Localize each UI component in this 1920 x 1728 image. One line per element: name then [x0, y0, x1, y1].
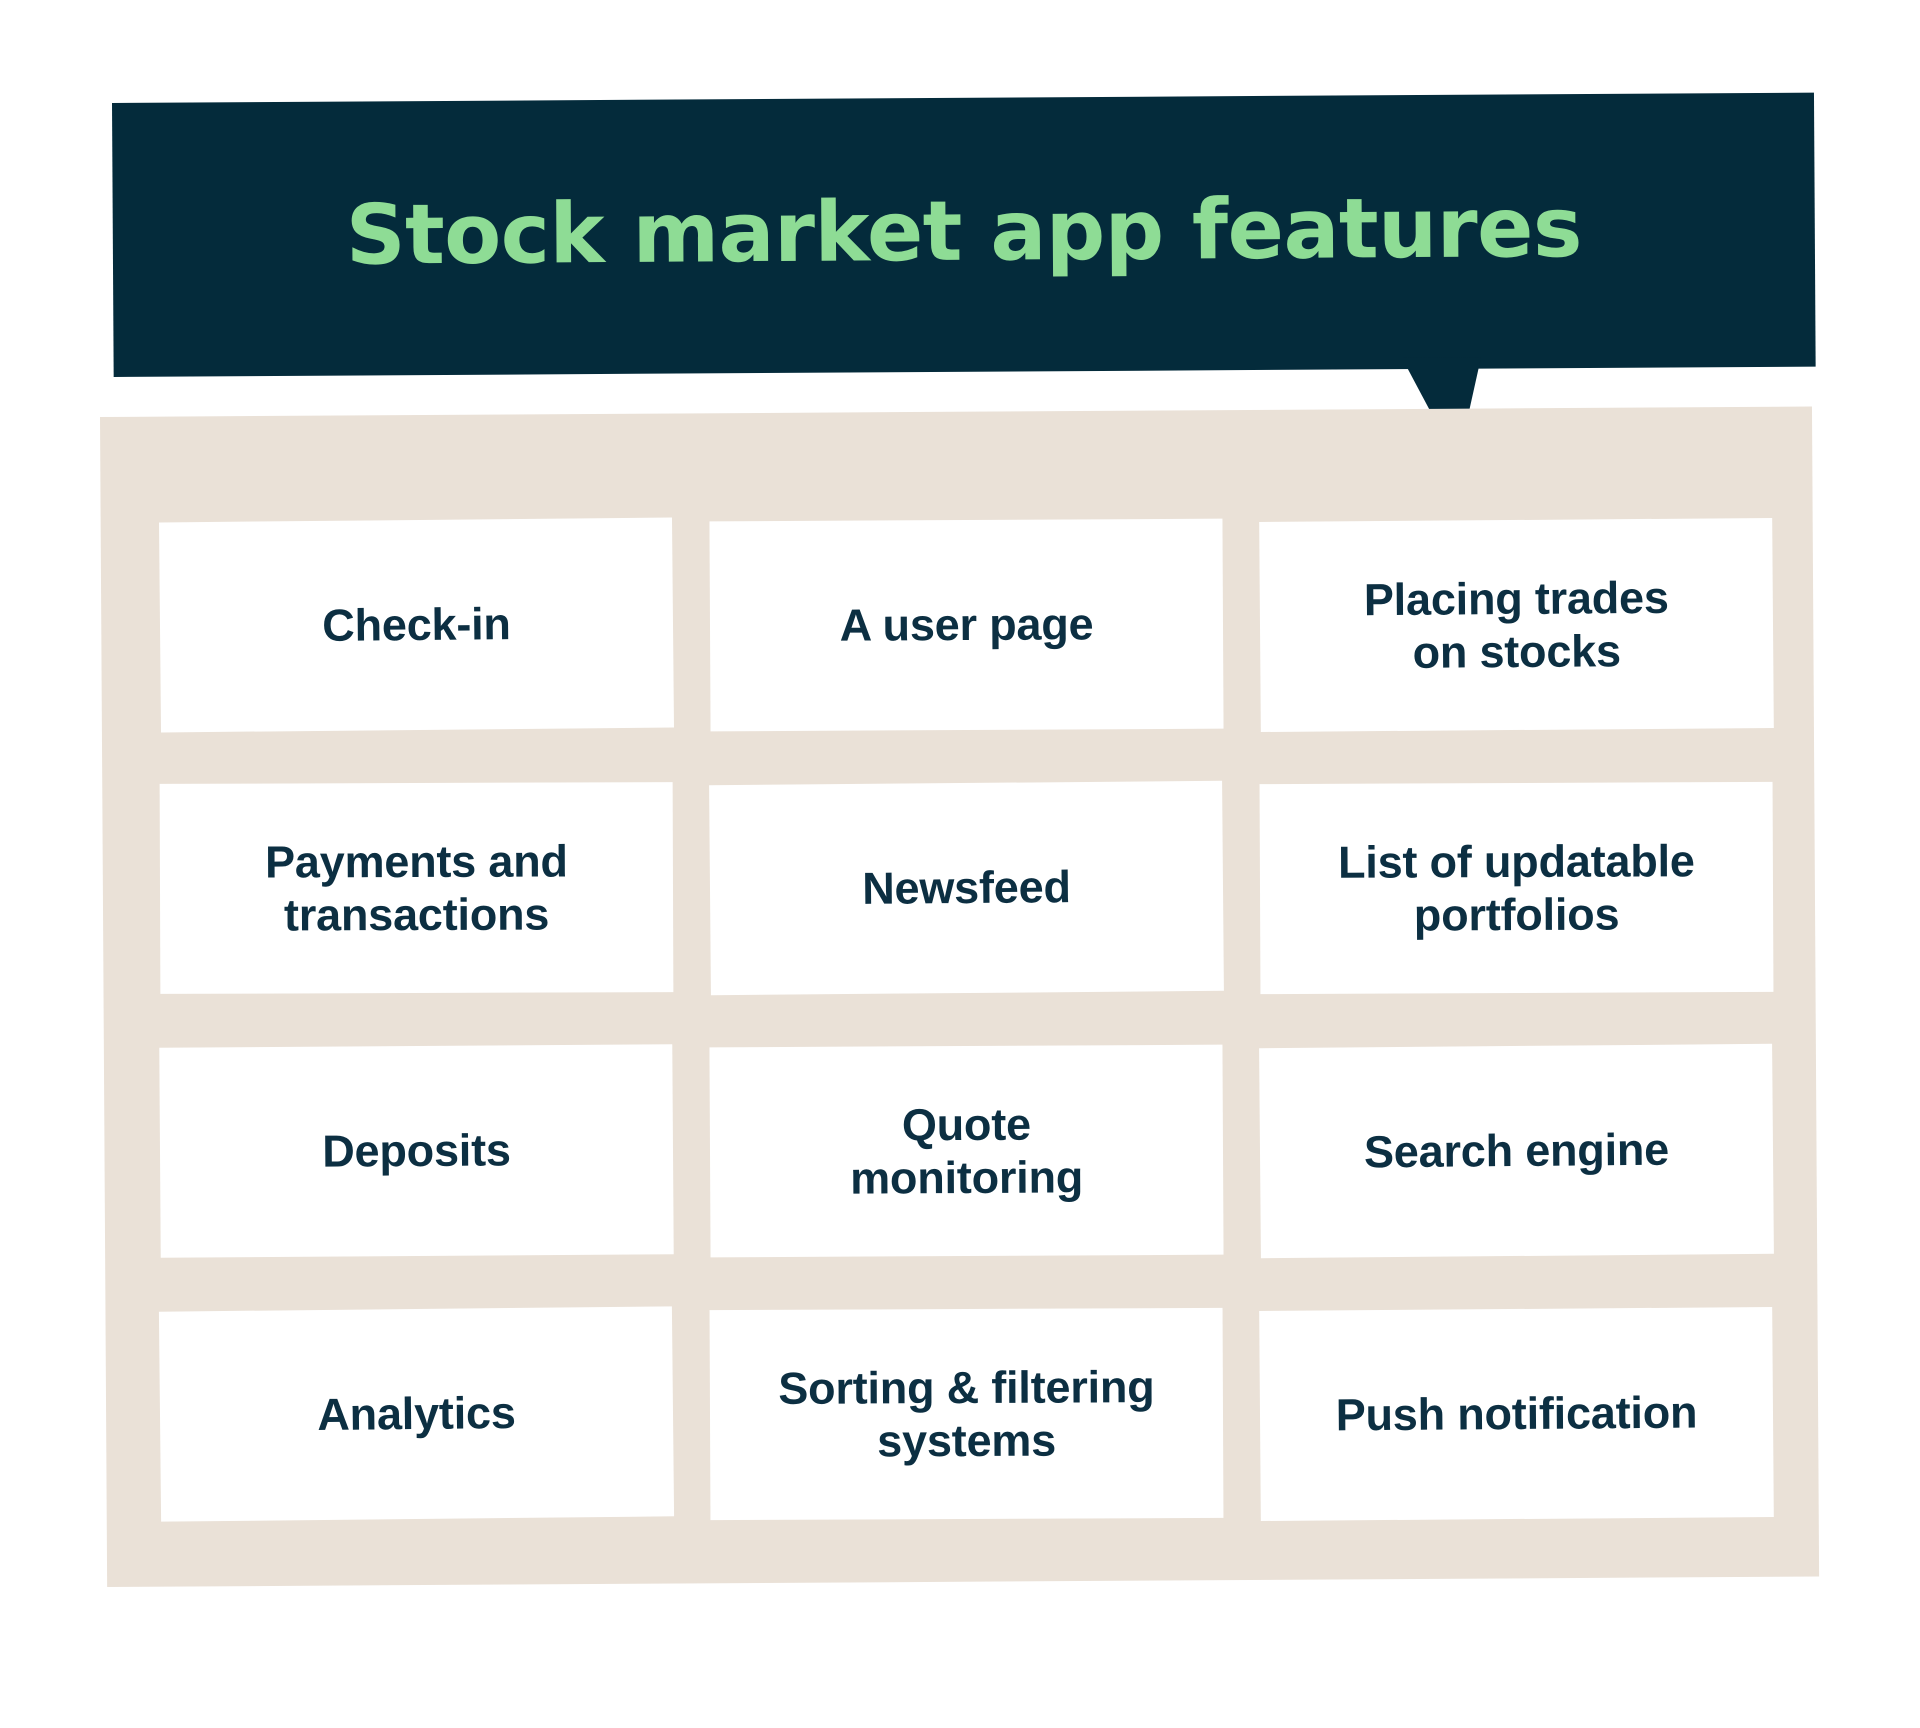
feature-card-label: Push notification	[1336, 1386, 1698, 1442]
feature-card-label: A user page	[840, 598, 1094, 652]
header-banner: Stock market app features	[112, 93, 1816, 377]
feature-card-label: Sorting & filtering systems	[778, 1360, 1155, 1468]
feature-card-label: Deposits	[322, 1124, 511, 1178]
feature-card[interactable]: Push notification	[1259, 1307, 1774, 1521]
feature-card-label: Quote monitoring	[850, 1097, 1084, 1204]
feature-card[interactable]: Placing trades on stocks	[1259, 518, 1774, 732]
feature-card[interactable]: Newsfeed	[709, 781, 1224, 995]
feature-card-label: Check-in	[322, 598, 511, 653]
feature-card-label: List of updatable portfolios	[1338, 834, 1695, 942]
features-grid: Check-in A user page Placing trades on s…	[160, 520, 1780, 1525]
feature-card-label: Search engine	[1364, 1123, 1669, 1179]
feature-card-label: Payments and transactions	[265, 834, 568, 941]
feature-card-label: Newsfeed	[862, 861, 1071, 916]
feature-card[interactable]: List of updatable portfolios	[1260, 782, 1774, 994]
feature-card[interactable]: Deposits	[159, 1044, 673, 1258]
feature-card[interactable]: Check-in	[159, 518, 674, 733]
feature-card[interactable]: Analytics	[159, 1306, 674, 1521]
feature-card[interactable]: A user page	[709, 519, 1223, 732]
page-title: Stock market app features	[112, 93, 1816, 377]
feature-card[interactable]: Quote monitoring	[709, 1045, 1223, 1258]
feature-card[interactable]: Search engine	[1259, 1044, 1774, 1258]
feature-card-label: Analytics	[317, 1386, 516, 1441]
feature-card-label: Placing trades on stocks	[1364, 571, 1670, 680]
infographic-canvas: Stock market app features Check-in A use…	[0, 0, 1920, 1728]
feature-card[interactable]: Payments and transactions	[160, 782, 674, 994]
feature-card[interactable]: Sorting & filtering systems	[710, 1308, 1224, 1520]
